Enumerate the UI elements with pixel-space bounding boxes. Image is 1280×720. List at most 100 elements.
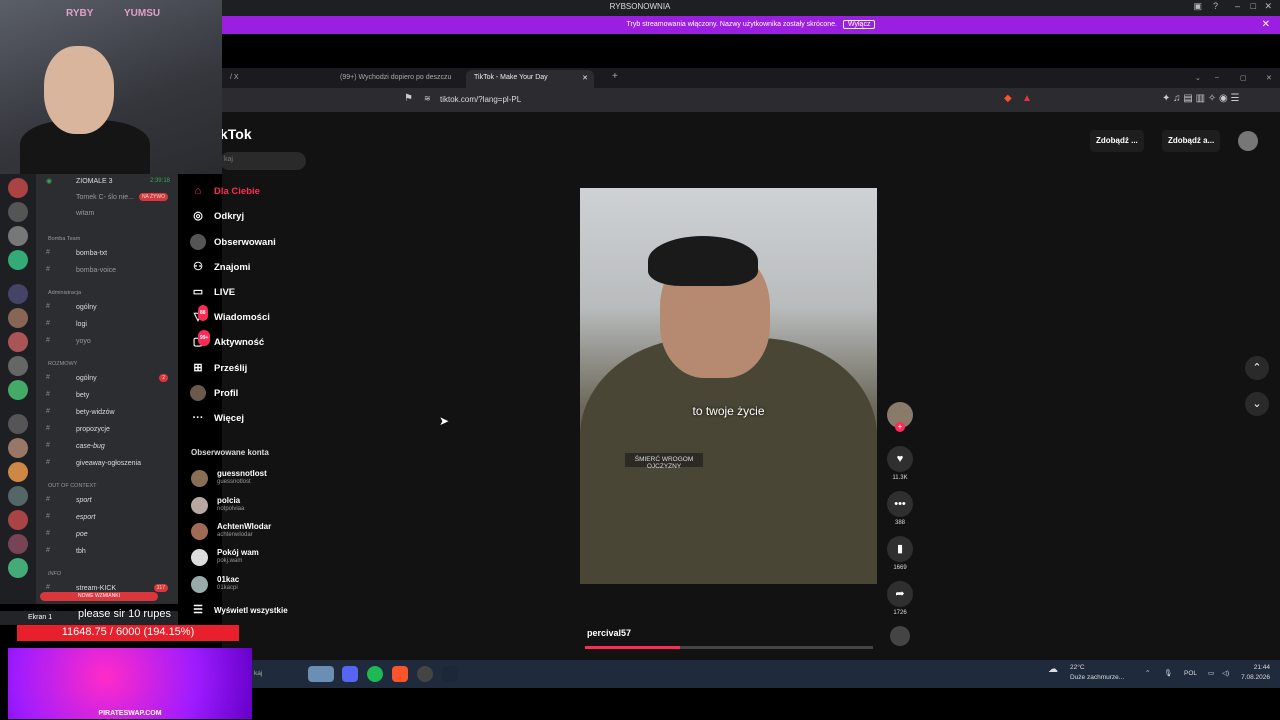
server-icon[interactable]	[8, 438, 28, 458]
close-icon[interactable]: ✕	[1264, 1, 1272, 12]
server-icon[interactable]	[8, 178, 28, 198]
music-disc-button[interactable]	[887, 626, 913, 646]
tab-x[interactable]: / X	[222, 70, 247, 88]
browser-minimize-icon[interactable]: –	[1207, 70, 1227, 88]
text-channel[interactable]: # poe	[36, 527, 178, 543]
tab-list-icon[interactable]: ⌄	[1187, 70, 1209, 88]
bookmark-icon[interactable]: ⚑	[404, 93, 413, 104]
comment-button[interactable]: ••• 388	[887, 491, 913, 526]
text-channel[interactable]: # propozycje	[36, 422, 178, 438]
voice-channel[interactable]: ◉ ZIOMALE 3 2:39:18	[36, 174, 178, 190]
share-button[interactable]: ➦ 1726	[887, 581, 913, 616]
text-channel[interactable]: # ogólny	[36, 300, 178, 316]
extensions-icon[interactable]: ✦ ♫ ▤ ▥ ✧ ◉ ☰	[1162, 93, 1240, 104]
taskbar-search[interactable]: kaj	[254, 670, 262, 677]
voice-user[interactable]: witam	[36, 206, 178, 222]
tray-chevron-icon[interactable]: ⌃	[1145, 669, 1150, 677]
follow-plus-icon[interactable]: +	[895, 422, 905, 432]
text-channel[interactable]: # bety-widzów	[36, 405, 178, 421]
volume-icon[interactable]: ◁)	[1222, 669, 1229, 677]
nav-activity[interactable]: ▢99+Aktywność	[190, 330, 340, 352]
server-icon[interactable]	[8, 356, 28, 376]
text-channel[interactable]: # bomba-txt	[36, 246, 178, 262]
banner-close-icon[interactable]: ✕	[1262, 19, 1270, 30]
account-item[interactable]: polcia notpolviaa	[191, 495, 341, 519]
brave-shield-icon[interactable]: ◆	[1004, 93, 1012, 104]
maximize-icon[interactable]: □	[1251, 1, 1256, 11]
account-item[interactable]: guessnotlost guessnotlost	[191, 468, 341, 492]
account-item[interactable]: AchtenWlodar achtenwlodar	[191, 521, 341, 545]
user-avatar[interactable]	[1238, 131, 1258, 151]
save-button[interactable]: ▮ 1669	[887, 536, 913, 571]
language-indicator[interactable]: POL	[1184, 670, 1197, 677]
nav-more[interactable]: ··· Więcej	[190, 408, 340, 428]
text-channel[interactable]: # bomba-voice	[36, 263, 178, 279]
help-icon[interactable]: ?	[1213, 1, 1218, 11]
server-icon[interactable]	[8, 226, 28, 246]
server-icon[interactable]	[8, 534, 28, 554]
microphone-icon[interactable]: 🎙	[1164, 669, 1172, 677]
brave-rewards-icon[interactable]: ▲	[1022, 93, 1032, 104]
clock-date[interactable]: 7.08.2026	[1232, 674, 1270, 681]
browser-restore-icon[interactable]: ▢	[1232, 70, 1255, 88]
nav-messages[interactable]: ▽88 Wiadomości	[190, 305, 340, 327]
server-icon[interactable]	[8, 380, 28, 400]
nav-for-you[interactable]: ⌂ Dla Ciebie	[190, 181, 340, 201]
previous-video-button[interactable]: ⌃	[1245, 356, 1269, 380]
next-video-button[interactable]: ⌄	[1245, 392, 1269, 416]
video-author[interactable]: percival57	[587, 628, 631, 638]
nav-following[interactable]: Obserwowani	[190, 232, 340, 252]
get-app-button[interactable]: Zdobądź a...	[1162, 130, 1221, 152]
server-icon[interactable]	[8, 558, 28, 578]
url-field[interactable]: tiktok.com/?lang=pl-PL	[440, 95, 521, 104]
inbox-icon[interactable]: ▣	[1193, 1, 1202, 12]
widgets-icon[interactable]	[308, 666, 334, 682]
text-channel[interactable]: # esport	[36, 510, 178, 526]
video-progress-bar[interactable]	[585, 646, 873, 649]
obs-app-icon[interactable]	[417, 666, 433, 682]
nav-explore[interactable]: ◎ Odkryj	[190, 206, 340, 226]
new-tab-button[interactable]: +	[604, 70, 626, 88]
text-channel[interactable]: # logi	[36, 317, 178, 333]
minimize-icon[interactable]: –	[1235, 1, 1240, 11]
site-info-icon[interactable]: ≋	[424, 94, 431, 103]
author-avatar-button[interactable]: +	[887, 402, 913, 432]
text-channel[interactable]: # ogólny 2	[36, 371, 178, 387]
clock-time[interactable]: 21:44	[1238, 664, 1270, 671]
steam-app-icon[interactable]	[442, 666, 458, 682]
nav-profile[interactable]: Profil	[190, 383, 340, 403]
video-player[interactable]: ŚMIERĆ WROGOM OJCZYZNY to twoje życie	[580, 188, 877, 584]
discord-app-icon[interactable]	[342, 666, 358, 682]
text-channel[interactable]: # case-bug	[36, 439, 178, 455]
server-icon[interactable]	[8, 462, 28, 482]
tab-close-icon[interactable]: ✕	[582, 74, 588, 82]
voice-user[interactable]: Tomek C- ślo nie... NA ŻYWO	[36, 190, 178, 206]
text-channel[interactable]: # yoyo	[36, 334, 178, 350]
server-icon[interactable]	[8, 510, 28, 530]
server-icon[interactable]	[8, 308, 28, 328]
tiktok-logo[interactable]: kTok	[220, 126, 252, 142]
like-button[interactable]: ♥ 11.3K	[887, 446, 913, 481]
server-icon[interactable]	[8, 486, 28, 506]
browser-close-icon[interactable]: ✕	[1258, 70, 1280, 88]
tab-youtube[interactable]: (99+) Wychodzi dopiero po deszczu	[332, 70, 459, 88]
search-input[interactable]: kaj	[220, 152, 306, 170]
nav-upload[interactable]: ⊞ Prześlij	[190, 358, 340, 378]
brave-app-icon[interactable]	[392, 666, 408, 682]
account-item[interactable]: Pokój wam pokj.wam	[191, 547, 341, 571]
text-channel[interactable]: # tbh	[36, 544, 178, 560]
account-item[interactable]: 01kac 01kacpi	[191, 574, 341, 598]
server-icon[interactable]	[8, 414, 28, 434]
text-channel[interactable]: # sport	[36, 493, 178, 509]
server-icon[interactable]	[8, 202, 28, 222]
server-icon[interactable]	[8, 284, 28, 304]
nav-live[interactable]: ▭ LIVE	[190, 282, 340, 302]
text-channel[interactable]: # giveaway-ogłoszenia	[36, 456, 178, 472]
tab-tiktok[interactable]: TikTok - Make Your Day ✕	[466, 70, 594, 88]
server-icon[interactable]	[8, 332, 28, 352]
server-icon[interactable]	[8, 250, 28, 270]
new-mentions-pill[interactable]: NOWE WZMIANKI	[40, 592, 158, 601]
network-icon[interactable]: ▭	[1208, 669, 1214, 677]
get-coins-button[interactable]: Zdobądź ...	[1090, 130, 1144, 152]
disable-streamer-button[interactable]: Wyłącz	[842, 20, 876, 29]
